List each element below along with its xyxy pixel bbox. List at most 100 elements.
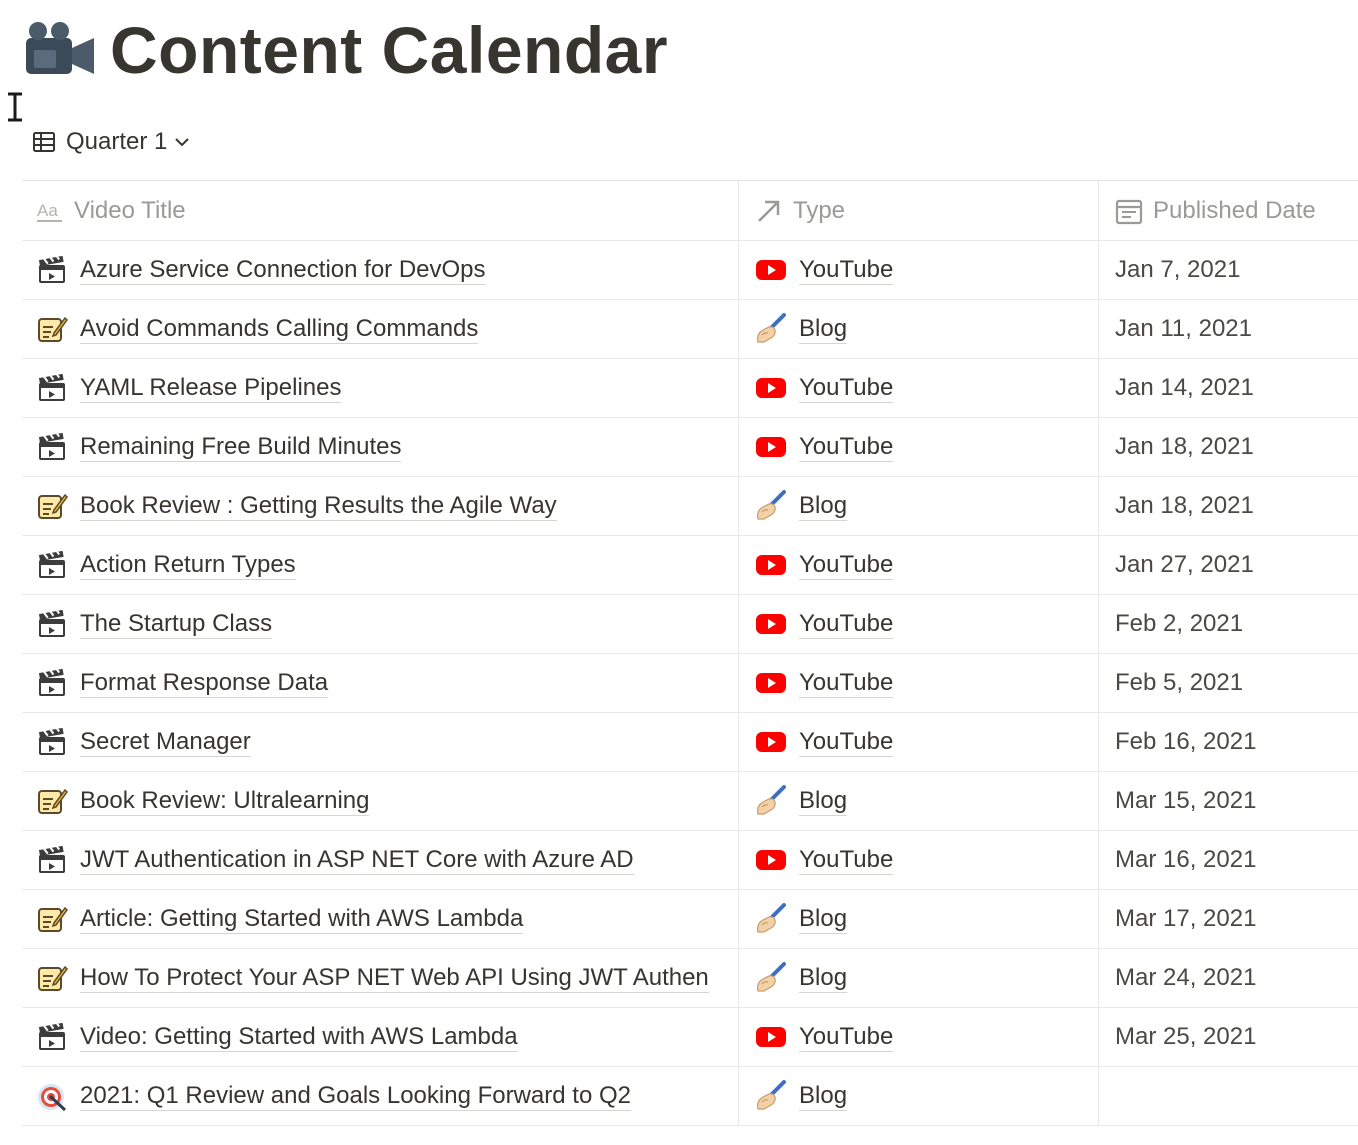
- cell-published-date[interactable]: Mar 17, 2021: [1099, 890, 1358, 948]
- page-title[interactable]: Content Calendar: [110, 12, 668, 88]
- cell-type[interactable]: YouTube: [739, 713, 1099, 771]
- video-title-link[interactable]: The Startup Class: [80, 610, 273, 639]
- cell-video-title[interactable]: YAML Release Pipelines: [22, 359, 739, 417]
- cell-published-date[interactable]: Feb 2, 2021: [1099, 595, 1358, 653]
- direct-hit-icon[interactable]: [36, 1080, 68, 1112]
- cell-video-title[interactable]: Format Response Data: [22, 654, 739, 712]
- cell-type[interactable]: Blog: [739, 772, 1099, 830]
- video-camera-icon[interactable]: [24, 20, 96, 80]
- type-link[interactable]: Blog: [799, 905, 848, 934]
- video-title-link[interactable]: Secret Manager: [80, 728, 251, 757]
- memo-icon[interactable]: [36, 490, 68, 522]
- clapper-board-icon[interactable]: [36, 1020, 68, 1053]
- cell-type[interactable]: YouTube: [739, 241, 1099, 299]
- cell-video-title[interactable]: 2021: Q1 Review and Goals Looking Forwar…: [22, 1067, 739, 1125]
- cell-video-title[interactable]: Avoid Commands Calling Commands: [22, 300, 739, 358]
- video-title-link[interactable]: Format Response Data: [80, 669, 329, 698]
- cell-type[interactable]: YouTube: [739, 359, 1099, 417]
- table-row[interactable]: How To Protect Your ASP NET Web API Usin…: [22, 949, 1358, 1008]
- view-switcher[interactable]: Quarter 1: [32, 126, 191, 158]
- table-row[interactable]: Video: Getting Started with AWS Lambda Yo…: [22, 1008, 1358, 1067]
- cell-type[interactable]: Blog: [739, 477, 1099, 535]
- cell-published-date[interactable]: Feb 5, 2021: [1099, 654, 1358, 712]
- column-header-published-date[interactable]: Published Date: [1099, 181, 1358, 240]
- cell-published-date[interactable]: Jan 11, 2021: [1099, 300, 1358, 358]
- type-link[interactable]: YouTube: [799, 846, 894, 875]
- video-title-link[interactable]: Azure Service Connection for DevOps: [80, 256, 486, 285]
- memo-icon[interactable]: [36, 785, 68, 817]
- video-title-link[interactable]: Avoid Commands Calling Commands: [80, 315, 479, 344]
- clapper-board-icon[interactable]: [36, 843, 68, 876]
- cell-published-date[interactable]: Jan 7, 2021: [1099, 241, 1358, 299]
- type-link[interactable]: YouTube: [799, 1023, 894, 1052]
- table-row[interactable]: The Startup Class YouTube Feb 2, 2021: [22, 595, 1358, 654]
- cell-video-title[interactable]: Book Review : Getting Results the Agile …: [22, 477, 739, 535]
- type-link[interactable]: YouTube: [799, 256, 894, 285]
- video-title-link[interactable]: Remaining Free Build Minutes: [80, 433, 402, 462]
- type-link[interactable]: Blog: [799, 315, 848, 344]
- table-row[interactable]: JWT Authentication in ASP NET Core with …: [22, 831, 1358, 890]
- cell-video-title[interactable]: Article: Getting Started with AWS Lambda: [22, 890, 739, 948]
- table-row[interactable]: YAML Release Pipelines YouTube Jan 14, 202…: [22, 359, 1358, 418]
- cell-video-title[interactable]: Remaining Free Build Minutes: [22, 418, 739, 476]
- table-row[interactable]: Azure Service Connection for DevOps YouTu…: [22, 241, 1358, 300]
- cell-video-title[interactable]: JWT Authentication in ASP NET Core with …: [22, 831, 739, 889]
- table-row[interactable]: Avoid Commands Calling Commands Blog Jan 1…: [22, 300, 1358, 359]
- cell-video-title[interactable]: Secret Manager: [22, 713, 739, 771]
- memo-icon[interactable]: [36, 903, 68, 935]
- video-title-link[interactable]: Article: Getting Started with AWS Lambda: [80, 905, 524, 934]
- table-row[interactable]: Action Return Types YouTube Jan 27, 2021: [22, 536, 1358, 595]
- clapper-board-icon[interactable]: [36, 371, 68, 404]
- cell-type[interactable]: YouTube: [739, 831, 1099, 889]
- clapper-board-icon[interactable]: [36, 725, 68, 758]
- cell-published-date[interactable]: Mar 25, 2021: [1099, 1008, 1358, 1066]
- cell-type[interactable]: YouTube: [739, 1008, 1099, 1066]
- video-title-link[interactable]: Action Return Types: [80, 551, 296, 580]
- type-link[interactable]: YouTube: [799, 551, 894, 580]
- video-title-link[interactable]: Book Review: Ultralearning: [80, 787, 370, 816]
- cell-published-date[interactable]: Jan 18, 2021: [1099, 477, 1358, 535]
- type-link[interactable]: YouTube: [799, 669, 894, 698]
- memo-icon[interactable]: [36, 313, 68, 345]
- memo-icon[interactable]: [36, 962, 68, 994]
- cell-type[interactable]: YouTube: [739, 654, 1099, 712]
- cell-video-title[interactable]: Azure Service Connection for DevOps: [22, 241, 739, 299]
- cell-type[interactable]: Blog: [739, 300, 1099, 358]
- cell-published-date[interactable]: Mar 24, 2021: [1099, 949, 1358, 1007]
- cell-published-date[interactable]: Jan 18, 2021: [1099, 418, 1358, 476]
- video-title-link[interactable]: 2021: Q1 Review and Goals Looking Forwar…: [80, 1082, 631, 1111]
- type-link[interactable]: Blog: [799, 1082, 848, 1111]
- cell-published-date[interactable]: Mar 16, 2021: [1099, 831, 1358, 889]
- cell-type[interactable]: YouTube: [739, 536, 1099, 594]
- cell-video-title[interactable]: Book Review: Ultralearning: [22, 772, 739, 830]
- column-header-video-title[interactable]: Aa Video Title: [22, 181, 739, 240]
- cell-published-date[interactable]: [1099, 1067, 1358, 1125]
- cell-video-title[interactable]: Video: Getting Started with AWS Lambda: [22, 1008, 739, 1066]
- clapper-board-icon[interactable]: [36, 430, 68, 463]
- cell-type[interactable]: Blog: [739, 949, 1099, 1007]
- clapper-board-icon[interactable]: [36, 607, 68, 640]
- type-link[interactable]: YouTube: [799, 728, 894, 757]
- video-title-link[interactable]: How To Protect Your ASP NET Web API Usin…: [80, 964, 709, 993]
- video-title-link[interactable]: Book Review : Getting Results the Agile …: [80, 492, 557, 521]
- clapper-board-icon[interactable]: [36, 548, 68, 581]
- type-link[interactable]: Blog: [799, 964, 848, 993]
- type-link[interactable]: Blog: [799, 787, 848, 816]
- cell-published-date[interactable]: Jan 14, 2021: [1099, 359, 1358, 417]
- cell-published-date[interactable]: Jan 27, 2021: [1099, 536, 1358, 594]
- table-row[interactable]: Book Review : Getting Results the Agile …: [22, 477, 1358, 536]
- table-row[interactable]: Secret Manager YouTube Feb 16, 2021: [22, 713, 1358, 772]
- cell-type[interactable]: YouTube: [739, 418, 1099, 476]
- type-link[interactable]: YouTube: [799, 374, 894, 403]
- video-title-link[interactable]: Video: Getting Started with AWS Lambda: [80, 1023, 518, 1052]
- table-row[interactable]: Book Review: Ultralearning Blog Mar 15, 20…: [22, 772, 1358, 831]
- video-title-link[interactable]: YAML Release Pipelines: [80, 374, 342, 403]
- table-row[interactable]: Remaining Free Build Minutes YouTube Jan 1…: [22, 418, 1358, 477]
- type-link[interactable]: YouTube: [799, 610, 894, 639]
- table-row[interactable]: 2021: Q1 Review and Goals Looking Forwar…: [22, 1067, 1358, 1126]
- cell-type[interactable]: Blog: [739, 890, 1099, 948]
- table-row[interactable]: Format Response Data YouTube Feb 5, 2021: [22, 654, 1358, 713]
- type-link[interactable]: Blog: [799, 492, 848, 521]
- cell-video-title[interactable]: How To Protect Your ASP NET Web API Usin…: [22, 949, 739, 1007]
- cell-published-date[interactable]: Mar 15, 2021: [1099, 772, 1358, 830]
